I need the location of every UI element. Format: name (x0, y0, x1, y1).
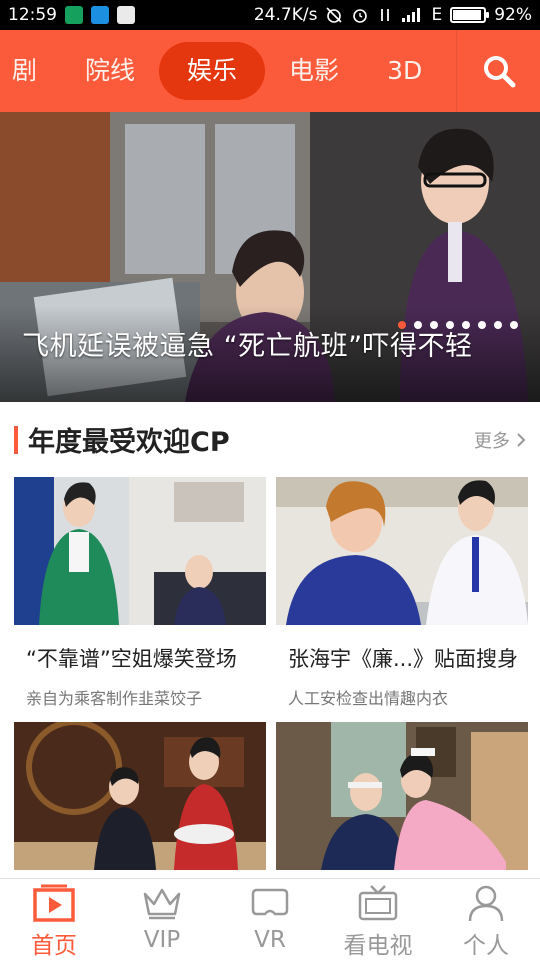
banner-dot[interactable] (446, 321, 454, 329)
tab-cinema[interactable]: 院线 (61, 30, 159, 112)
banner-dot[interactable] (462, 321, 470, 329)
battery-percent: 92% (494, 5, 532, 25)
notification-app-icon (65, 6, 83, 24)
status-bar: 12:59 24.7K/s E 92% (0, 0, 540, 30)
video-thumbnail (276, 722, 528, 870)
tab-drama[interactable]: 剧 (0, 30, 61, 112)
bottom-tab-label: 首页 (31, 933, 77, 959)
person-icon (463, 883, 509, 922)
tab-entertainment[interactable]: 娱乐 (159, 42, 266, 100)
thumbnail-image (14, 477, 266, 625)
thumbnail-image (276, 722, 528, 870)
featured-banner[interactable]: 飞机延误被逼急 “死亡航班”吓得不轻 (0, 112, 540, 402)
card-title: 张海宇《廉...》贴面搜身 (288, 647, 519, 671)
category-nav: 剧 院线 娱乐 电影 3D (0, 30, 540, 112)
alarm-off-icon (326, 7, 343, 23)
thumbnail-image (14, 722, 266, 870)
bottom-tab-home[interactable]: 首页 (0, 879, 108, 960)
bottom-tab-label: VR (254, 927, 286, 953)
section-title: 年度最受欢迎CP (28, 427, 230, 458)
video-card[interactable]: “不靠谱”空姐爆笑登场 亲自为乘客制作韭菜饺子 (14, 477, 266, 709)
chevron-right-icon (517, 432, 526, 447)
cloud-app-icon (91, 6, 109, 24)
thumbnail-image (276, 477, 528, 625)
banner-dot[interactable] (414, 321, 422, 329)
banner-dot[interactable] (478, 321, 486, 329)
network-speed: 24.7K/s (253, 5, 318, 25)
bottom-tab-label: VIP (143, 927, 181, 953)
banner-title: 飞机延误被逼急 “死亡航班”吓得不轻 (22, 331, 473, 362)
section-header: 年度最受欢迎CP 更多 (0, 402, 540, 477)
bottom-tab-tv[interactable]: 看电视 (324, 879, 432, 960)
video-card[interactable]: 张海宇《廉...》贴面搜身 人工安检查出情趣内衣 (276, 477, 528, 709)
banner-dot[interactable] (510, 321, 518, 329)
video-thumbnail (276, 477, 528, 625)
bottom-tab-vr[interactable]: VR (216, 879, 324, 960)
alarm-clock-icon (353, 9, 368, 23)
more-label: 更多 (474, 430, 510, 452)
video-thumbnail (14, 477, 266, 625)
card-title: “不靠谱”空姐爆笑登场 (26, 647, 237, 671)
category-tabs: 剧 院线 娱乐 电影 3D (0, 30, 456, 112)
popular-cp-section: 年度最受欢迎CP 更多 “不靠谱”空姐爆笑登场 亲自为乘客制作韭菜饺子 张海宇《… (0, 402, 540, 878)
crown-icon (139, 883, 185, 923)
vr-headset-icon (247, 883, 293, 923)
status-time: 12:59 (8, 5, 57, 25)
bottom-tab-bar: 首页 VIP VR 看电视 个人 (0, 878, 540, 960)
tv-icon (355, 883, 401, 922)
bottom-tab-label: 个人 (463, 933, 509, 959)
home-play-icon (31, 883, 77, 922)
bottom-tab-profile[interactable]: 个人 (432, 879, 540, 960)
tabs-fade (422, 30, 456, 112)
tab-movie[interactable]: 电影 (265, 30, 363, 112)
image-app-icon (117, 6, 135, 24)
card-subtitle: 人工安检查出情趣内衣 (288, 689, 449, 708)
battery-icon (450, 7, 490, 23)
video-card[interactable] (276, 722, 528, 900)
card-subtitle: 亲自为乘客制作韭菜饺子 (26, 689, 203, 708)
search-icon (483, 56, 515, 88)
banner-dot[interactable] (398, 321, 406, 329)
banner-pagination (398, 321, 518, 329)
search-button[interactable] (456, 30, 540, 112)
bottom-tab-vip[interactable]: VIP (108, 879, 216, 960)
section-accent-bar (14, 425, 18, 454)
bottom-tab-label: 看电视 (343, 933, 413, 959)
video-thumbnail (14, 722, 266, 870)
banner-dot[interactable] (430, 321, 438, 329)
network-type: E (431, 5, 443, 25)
banner-dot[interactable] (494, 321, 502, 329)
data-transfer-icon (381, 9, 390, 21)
signal-icon (402, 8, 421, 22)
more-link[interactable]: 更多 (474, 427, 526, 453)
video-card[interactable] (14, 722, 266, 900)
